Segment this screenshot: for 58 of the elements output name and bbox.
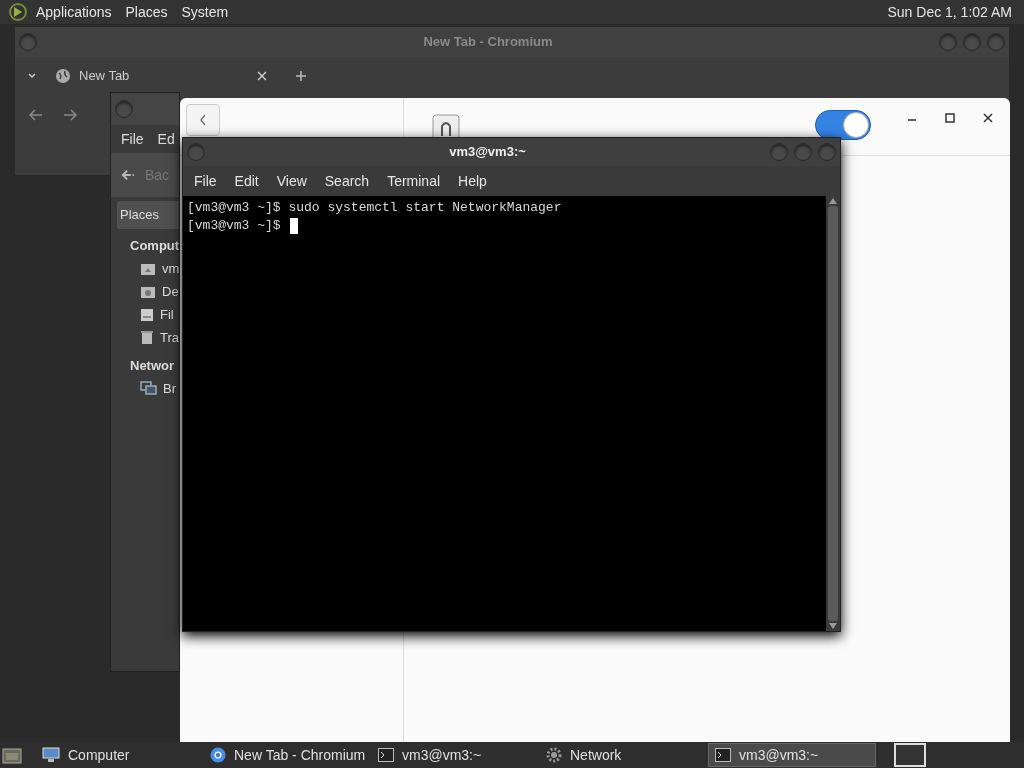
sidebar-item[interactable]: Fil [140, 303, 174, 326]
taskbar-item[interactable]: Computer [36, 743, 204, 767]
menu-item[interactable]: File [121, 128, 144, 150]
back-arrow-icon[interactable] [29, 109, 43, 121]
network-icon [140, 381, 157, 396]
taskbar-item[interactable]: New Tab - Chromium [204, 743, 372, 767]
computer-icon [42, 747, 60, 763]
scrollbar[interactable] [826, 196, 840, 631]
chevron-down-icon[interactable] [27, 72, 37, 80]
menu-item[interactable]: Edit [225, 170, 268, 192]
terminal-icon [378, 748, 394, 762]
panel-menu[interactable]: Places [125, 1, 168, 23]
sidebar-item[interactable]: Br [140, 377, 176, 400]
trash-icon [140, 330, 154, 345]
workspace-switcher[interactable] [894, 743, 926, 767]
window-title: vm3@vm3:~ [449, 143, 526, 162]
panel-menu[interactable]: System [181, 1, 229, 23]
scroll-up-icon[interactable] [829, 198, 837, 204]
menu-item[interactable]: Ed [157, 128, 175, 150]
menu-item[interactable]: View [267, 170, 316, 192]
chevron-left-icon [199, 114, 207, 126]
menu-item[interactable]: Help [449, 170, 496, 192]
globe-icon [55, 68, 71, 84]
forward-arrow-icon[interactable] [63, 109, 77, 121]
terminal-icon [715, 748, 731, 762]
browser-icon [210, 747, 226, 763]
taskbar-item[interactable]: Network [540, 743, 708, 767]
sidebar-heading: Comput [130, 237, 179, 255]
menu-item[interactable]: Terminal [378, 170, 450, 192]
text-cursor [289, 218, 298, 234]
tab-title: New Tab [79, 67, 130, 86]
close-tab-icon[interactable] [257, 71, 267, 81]
gear-icon [546, 747, 562, 763]
toggle-switch[interactable] [815, 110, 871, 140]
close-icon[interactable] [982, 112, 994, 124]
sidebar-heading: Networ [130, 357, 175, 375]
home-folder-icon [140, 261, 156, 276]
taskbar-item[interactable]: vm3@vm3:~ [372, 743, 540, 767]
terminal-line: [vm3@vm3 ~]$ sudo systemctl start NetworkManager [187, 199, 562, 217]
terminal-line: [vm3@vm3 ~]$ [187, 217, 281, 235]
back-button[interactable] [186, 104, 220, 136]
show-desktop-icon[interactable] [2, 746, 22, 764]
menu-item[interactable]: File [185, 170, 226, 192]
maximize-icon[interactable] [944, 112, 956, 124]
sidebar-item[interactable]: vm [140, 257, 179, 280]
folder-icon [140, 284, 156, 299]
places-dropdown[interactable]: Places [117, 201, 179, 229]
menu-item[interactable]: Search [315, 170, 379, 192]
taskbar-item[interactable]: vm3@vm3:~ [708, 743, 876, 767]
distro-logo-icon[interactable] [8, 2, 28, 22]
drive-icon [140, 307, 154, 322]
clock[interactable]: Sun Dec 1, 1:02 AM [887, 1, 1012, 23]
sidebar-item[interactable]: Tra [140, 326, 179, 349]
scroll-down-icon[interactable] [829, 623, 837, 629]
plus-icon[interactable] [295, 70, 307, 82]
panel-menu[interactable]: Applications [36, 1, 112, 23]
window-title: New Tab - Chromium [423, 33, 553, 52]
sidebar-item[interactable]: De [140, 280, 179, 303]
